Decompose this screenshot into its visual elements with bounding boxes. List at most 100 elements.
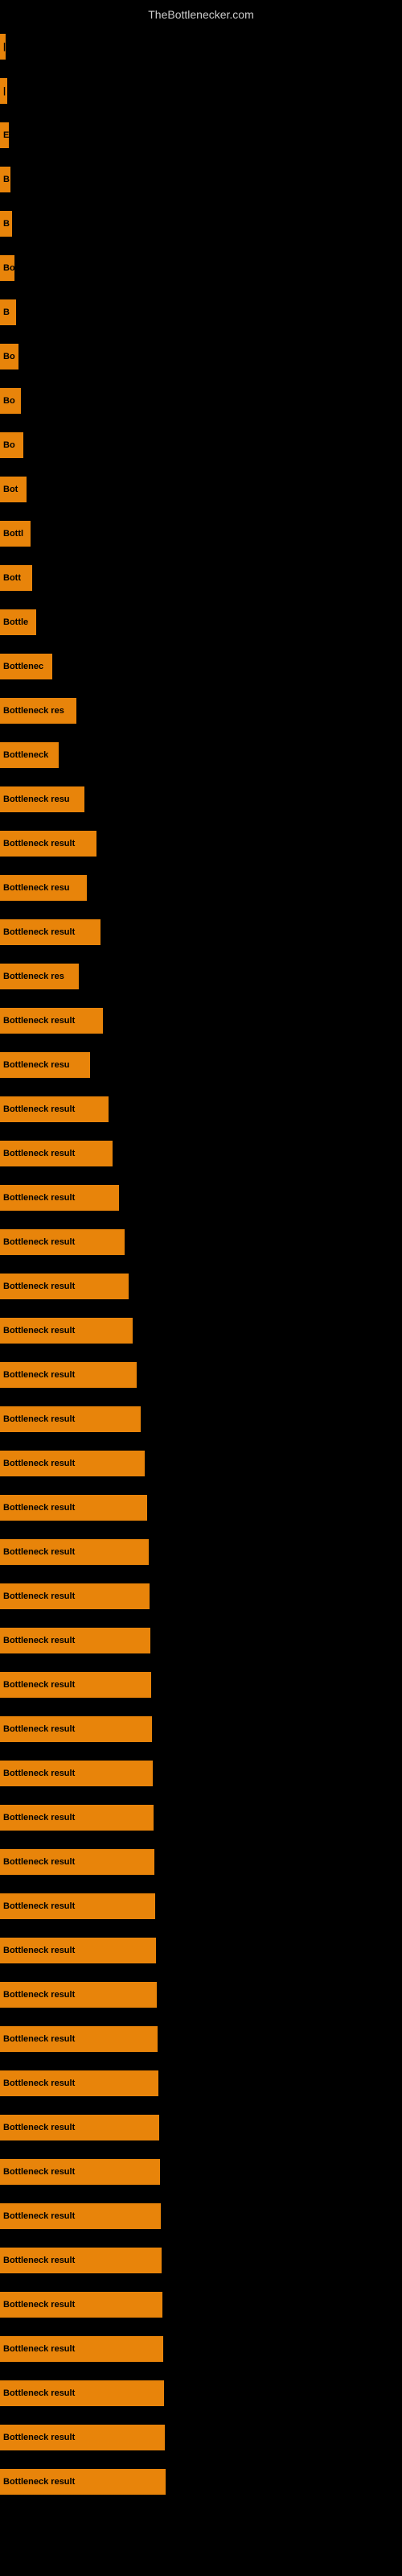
bar-row: Bottleneck result	[0, 1530, 402, 1574]
bar-label: Bottleneck result	[3, 2433, 75, 2442]
bar-item: Bo	[0, 255, 14, 281]
bar-row: Bottleneck result	[0, 2415, 402, 2459]
bar-label: Bottleneck result	[3, 1769, 75, 1778]
bar-label: Bottleneck result	[3, 2123, 75, 2132]
bar-label: Bottleneck result	[3, 839, 75, 848]
bar-row: Bottleneck result	[0, 2282, 402, 2326]
bar-label: Bottleneck result	[3, 1547, 75, 1557]
bar-item: B	[0, 299, 16, 325]
bar-item: E	[0, 122, 9, 148]
bar-row: E	[0, 113, 402, 157]
bar-label: Bottleneck result	[3, 1901, 75, 1911]
bar-label: Bottleneck result	[3, 1237, 75, 1247]
bar-label: Bottleneck resu	[3, 883, 70, 893]
bar-row: Bottleneck result	[0, 1839, 402, 1884]
bar-item: Bottlenec	[0, 654, 52, 679]
bar-row: Bottleneck result	[0, 2238, 402, 2282]
bar-row: Bottleneck result	[0, 2326, 402, 2371]
bar-label: Bottleneck result	[3, 2344, 75, 2354]
bar-item: Bott	[0, 565, 32, 591]
bar-item: |	[0, 78, 7, 104]
bar-label: Bottleneck result	[3, 2477, 75, 2487]
bar-row: Bottleneck resu	[0, 1042, 402, 1087]
bar-item: Bottleneck result	[0, 2026, 158, 2052]
bar-label: Bottleneck resu	[3, 795, 70, 804]
bar-row: Bottleneck result	[0, 1928, 402, 1972]
bar-item: B	[0, 167, 10, 192]
bar-label: Bo	[3, 396, 15, 406]
bar-label: Bottleneck result	[3, 1591, 75, 1601]
bar-row: B	[0, 201, 402, 246]
bar-row: Bottle	[0, 600, 402, 644]
bar-row: Bottleneck result	[0, 1884, 402, 1928]
bar-item: Bottleneck result	[0, 1406, 141, 1432]
bar-item: Bottleneck result	[0, 1185, 119, 1211]
bar-item: Bottleneck result	[0, 1628, 150, 1653]
bar-label: Bottleneck result	[3, 2300, 75, 2310]
bar-label: Bottleneck result	[3, 1503, 75, 1513]
bar-item: Bottleneck result	[0, 2115, 159, 2140]
bar-item: Bottleneck result	[0, 1495, 147, 1521]
bar-item: Bottleneck result	[0, 831, 96, 857]
bar-item: Bottleneck result	[0, 2203, 161, 2229]
bar-row: Bottleneck resu	[0, 865, 402, 910]
bar-item: Bottleneck result	[0, 2070, 158, 2096]
bar-row: Bottleneck result	[0, 2371, 402, 2415]
bar-item: Bottleneck result	[0, 1893, 155, 1919]
bar-row: Bottleneck result	[0, 1264, 402, 1308]
bar-item: Bottleneck result	[0, 1805, 154, 1831]
bar-item: Bottleneck result	[0, 2336, 163, 2362]
bar-label: B	[3, 175, 10, 184]
bar-item: Bottleneck result	[0, 2159, 160, 2185]
bar-row: Bottleneck result	[0, 1308, 402, 1352]
bar-label: Bottleneck result	[3, 2388, 75, 2398]
bar-label: Bottleneck result	[3, 1282, 75, 1291]
bar-row: Bottleneck result	[0, 2105, 402, 2149]
bar-item: Bottleneck result	[0, 919, 100, 945]
bar-item: Bottleneck result	[0, 2425, 165, 2450]
bar-item: Bottleneck result	[0, 2248, 162, 2273]
bar-row: Bottleneck result	[0, 1751, 402, 1795]
bar-item: Bottl	[0, 521, 31, 547]
bar-label: Bottle	[3, 617, 28, 627]
bar-row: Bottleneck result	[0, 1574, 402, 1618]
bar-item: Bottleneck result	[0, 2380, 164, 2406]
bar-item: Bottleneck result	[0, 1451, 145, 1476]
bar-label: B	[3, 219, 10, 229]
bar-row: Bottleneck result	[0, 1707, 402, 1751]
bar-item: Bottleneck resu	[0, 1052, 90, 1078]
bar-item: Bottleneck result	[0, 1141, 113, 1166]
bar-item: Bottleneck result	[0, 1583, 150, 1609]
bar-row: Bottleneck	[0, 733, 402, 777]
bar-row: Bottleneck result	[0, 2194, 402, 2238]
bar-label: Bottleneck result	[3, 1459, 75, 1468]
bar-row: Bottleneck result	[0, 1485, 402, 1530]
bar-label: Bottleneck	[3, 750, 48, 760]
bar-row: B	[0, 157, 402, 201]
bar-label: |	[3, 42, 6, 52]
bar-row: Bot	[0, 467, 402, 511]
bar-label: Bottleneck result	[3, 1857, 75, 1867]
bar-row: Bottleneck result	[0, 1618, 402, 1662]
bar-item: Bottleneck result	[0, 1982, 157, 2008]
bar-label: Bottleneck result	[3, 1016, 75, 1026]
bar-row: Bottleneck result	[0, 1131, 402, 1175]
bar-row: Bottleneck result	[0, 1220, 402, 1264]
bar-row: Bottleneck result	[0, 1087, 402, 1131]
bar-item: Bottleneck resu	[0, 786, 84, 812]
bar-row: Bo	[0, 246, 402, 290]
bar-row: Bottlenec	[0, 644, 402, 688]
bar-row: Bottleneck result	[0, 910, 402, 954]
bar-row: Bottleneck result	[0, 1441, 402, 1485]
bar-row: Bottleneck result	[0, 2459, 402, 2504]
bar-label: Bottleneck result	[3, 1326, 75, 1335]
bar-row: Bottleneck result	[0, 2017, 402, 2061]
bar-label: Bottleneck result	[3, 2034, 75, 2044]
bar-item: Bottleneck result	[0, 1274, 129, 1299]
bar-label: Bottleneck result	[3, 1813, 75, 1823]
bar-row: Bottleneck result	[0, 1795, 402, 1839]
bar-row: Bott	[0, 555, 402, 600]
bar-label: Bo	[3, 440, 15, 450]
bar-label: Bottleneck result	[3, 1414, 75, 1424]
bar-item: Bottleneck result	[0, 1362, 137, 1388]
